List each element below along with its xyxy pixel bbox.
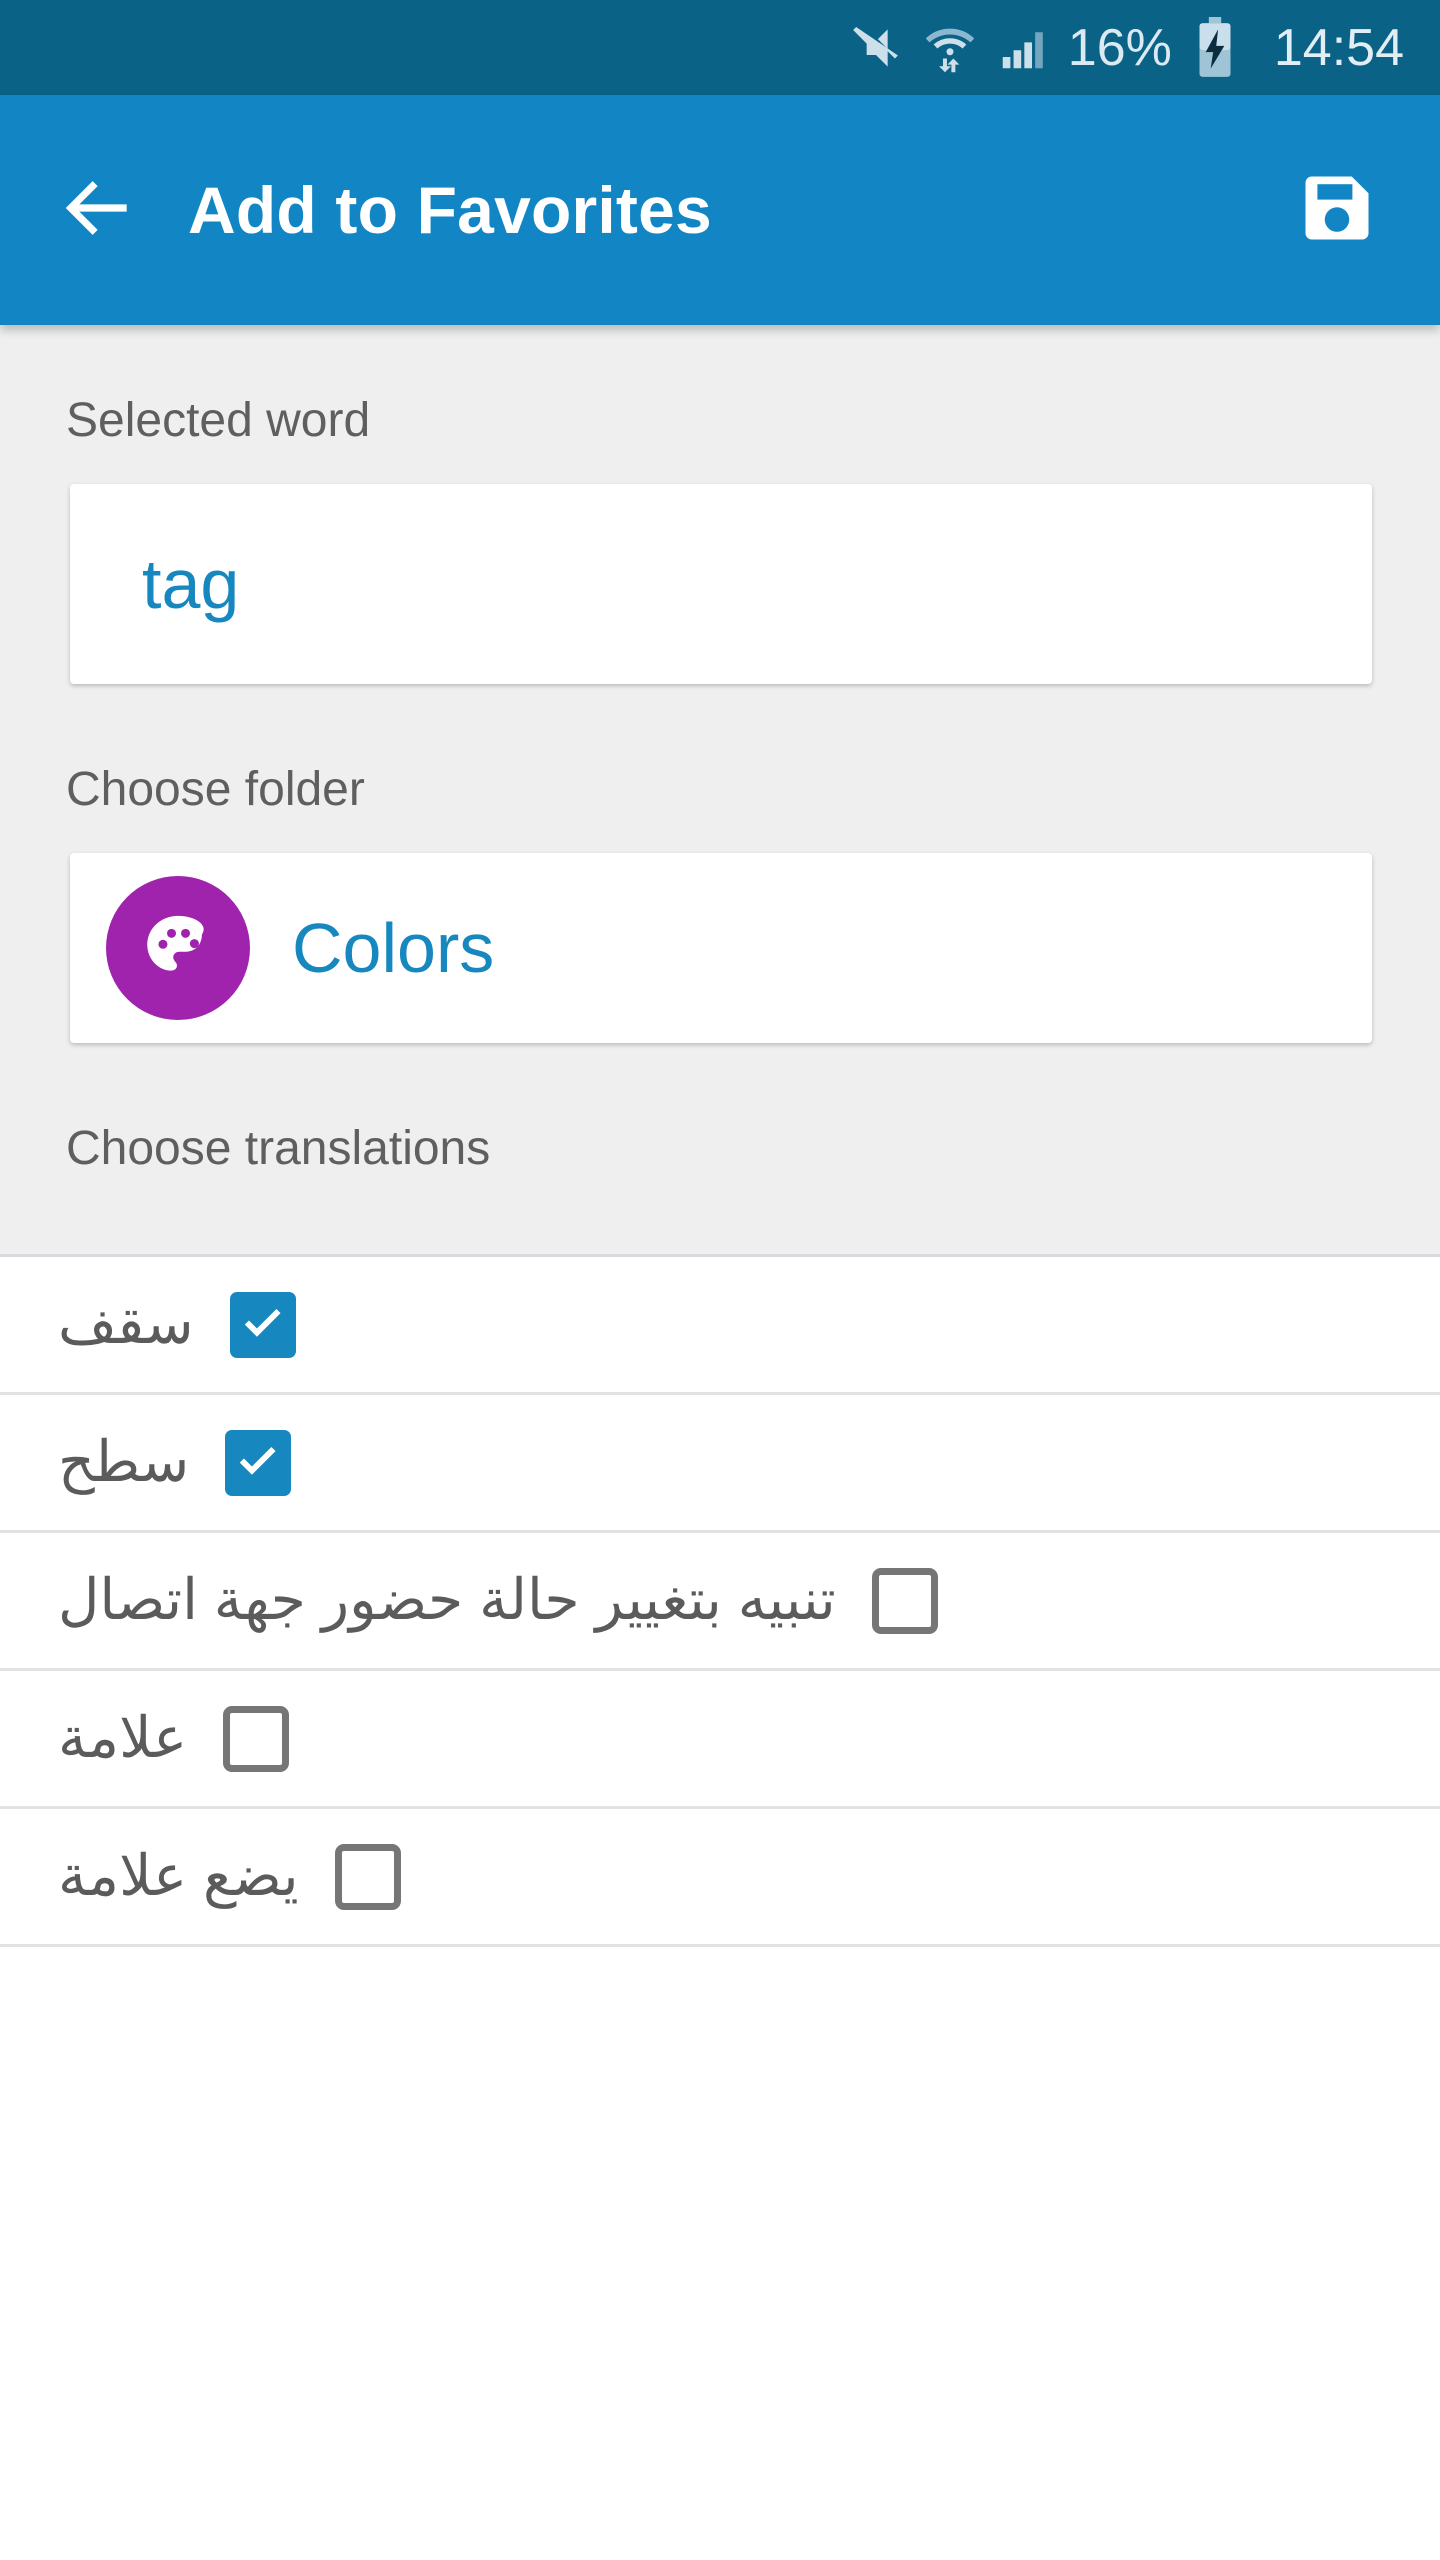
page-title: Add to Favorites <box>188 173 712 247</box>
app-bar: Add to Favorites <box>0 95 1440 325</box>
translation-checkbox-unchecked[interactable] <box>223 1705 290 1772</box>
choose-translations-label: Choose translations <box>66 1122 491 1175</box>
translation-checkbox-checked[interactable] <box>225 1429 292 1496</box>
arrow-back-icon <box>55 165 141 256</box>
battery-percent-text: 16% <box>1067 18 1172 77</box>
save-button[interactable] <box>1282 155 1392 265</box>
folder-name: Colors <box>292 909 495 987</box>
back-button[interactable] <box>50 162 146 258</box>
status-clock: 14:54 <box>1273 18 1404 77</box>
translation-checkbox-unchecked[interactable] <box>334 1843 401 1910</box>
translations-list: سقف سطح تنبيه بتغيير حالة حضور جهة اتصال عل… <box>0 1257 1440 1947</box>
palette-icon <box>137 905 219 992</box>
translation-text: علامة <box>58 1706 188 1770</box>
translation-row[interactable]: يضع علامة <box>0 1809 1440 1947</box>
selected-word-input[interactable]: tag <box>70 484 1372 684</box>
translation-row[interactable]: تنبيه بتغيير حالة حضور جهة اتصال <box>0 1533 1440 1671</box>
wifi-icon <box>922 20 978 76</box>
selected-word-value: tag <box>142 545 240 623</box>
translation-text: سقف <box>58 1292 194 1356</box>
translation-text: سطح <box>58 1430 190 1494</box>
translation-row[interactable]: سقف <box>0 1257 1440 1395</box>
battery-charging-icon <box>1190 16 1240 79</box>
form-area: Selected word tag Choose folder Colors C… <box>0 325 1440 1257</box>
translation-row[interactable]: علامة <box>0 1671 1440 1809</box>
translation-row[interactable]: سطح <box>0 1395 1440 1533</box>
save-floppy-icon <box>1295 166 1379 255</box>
status-bar: 16% 14:54 <box>0 0 1440 95</box>
translation-checkbox-checked[interactable] <box>229 1291 296 1358</box>
folder-selector[interactable]: Colors <box>70 853 1372 1043</box>
translation-text: يضع علامة <box>58 1844 299 1908</box>
translation-text: تنبيه بتغيير حالة حضور جهة اتصال <box>58 1568 836 1632</box>
translation-checkbox-unchecked[interactable] <box>871 1567 938 1634</box>
selected-word-label: Selected word <box>66 394 371 447</box>
choose-folder-label: Choose folder <box>66 763 365 816</box>
folder-avatar <box>106 876 250 1020</box>
mute-icon <box>848 20 904 76</box>
signal-icon <box>996 21 1050 75</box>
